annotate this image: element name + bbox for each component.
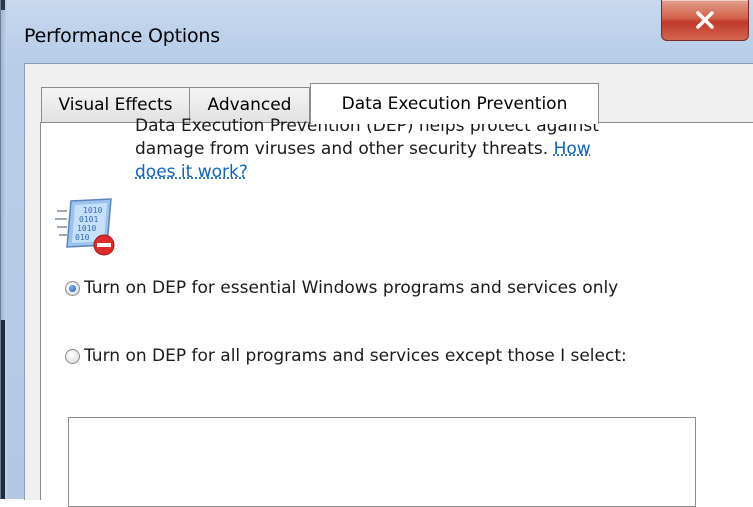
dep-description: Data Execution Prevention (DEP) helps pr…: [135, 115, 615, 184]
window-title: Performance Options: [24, 25, 220, 47]
radio-button-unselected[interactable]: [65, 349, 80, 364]
close-button[interactable]: [661, 0, 749, 41]
tab-label: Visual Effects: [58, 95, 173, 115]
svg-text:010: 010: [75, 233, 90, 242]
svg-text:1010: 1010: [77, 224, 96, 233]
exception-program-list[interactable]: [68, 417, 696, 507]
tab-data-execution-prevention[interactable]: Data Execution Prevention: [310, 83, 599, 124]
tab-label: Advanced: [207, 95, 292, 115]
radio-label-all-except: Turn on DEP for all programs and service…: [84, 346, 627, 366]
radio-label-essential-only: Turn on DEP for essential Windows progra…: [84, 278, 619, 298]
svg-text:0101: 0101: [79, 215, 98, 224]
radio-button-selected[interactable]: [65, 281, 80, 296]
close-icon: [696, 11, 714, 29]
dep-shield-icon: 1010 0101 1010 010: [53, 191, 115, 256]
svg-text:1010: 1010: [83, 206, 102, 215]
background-edge: [1, 320, 5, 499]
window-corner: [1, 0, 5, 10]
tab-label: Data Execution Prevention: [341, 94, 568, 114]
performance-options-window: Performance Options Visual Effects Advan…: [0, 0, 753, 507]
